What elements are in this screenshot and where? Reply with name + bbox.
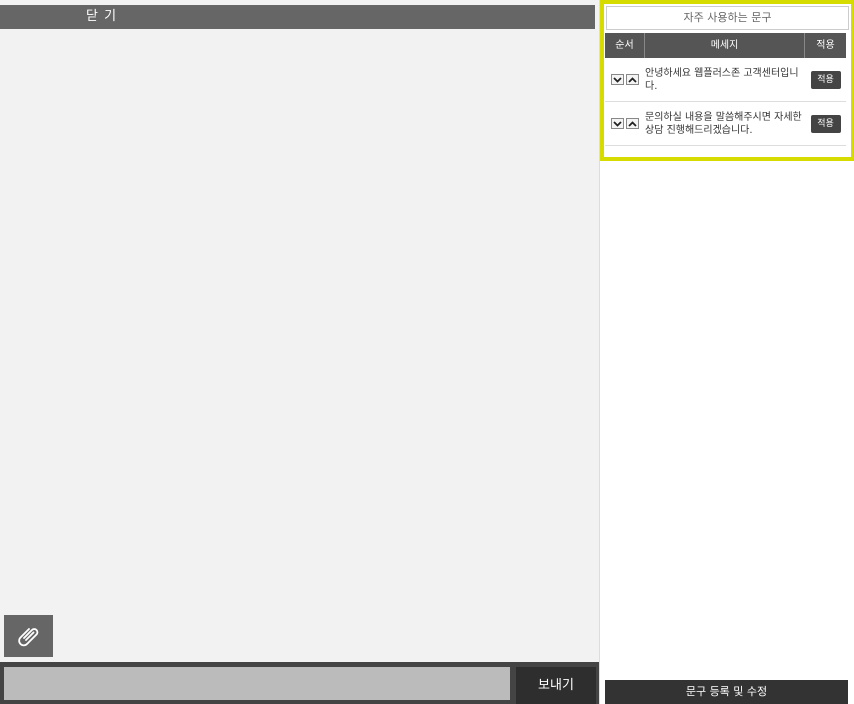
move-up-button[interactable] <box>626 74 639 85</box>
chat-panel: 닫 기 보내기 <box>0 0 599 704</box>
chevron-down-icon <box>613 120 622 127</box>
apply-cell: 적용 <box>805 114 846 133</box>
phrases-table-header: 순서 메세지 적용 <box>605 33 846 58</box>
message-input-bar: 보내기 <box>0 662 599 704</box>
phrase-row: 문의하실 내용을 말씀해주시면 자세한 상담 진행해드리겠습니다. 적용 <box>605 102 846 146</box>
phrase-row: 안녕하세요 웹플러스존 고객센터입니다. 적용 <box>605 58 846 102</box>
phrase-message: 문의하실 내용을 말씀해주시면 자세한 상담 진행해드리겠습니다. <box>645 111 802 136</box>
chevron-up-icon <box>628 76 637 83</box>
header-order: 순서 <box>605 33 645 58</box>
side-panel: 자주 사용하는 문구 순서 메세지 적용 안녕하세요 웹플러스존 고객센터입니다… <box>599 0 854 704</box>
chat-app: 닫 기 보내기 자주 사용하는 문구 순서 메세지 적용 안녕하세요 웹플러스존… <box>0 0 854 704</box>
register-edit-phrases-button[interactable]: 문구 등록 및 수정 <box>605 680 848 704</box>
close-label: 닫 기 <box>86 9 118 24</box>
move-down-button[interactable] <box>611 74 624 85</box>
attach-button[interactable] <box>4 615 53 657</box>
phrase-message: 안녕하세요 웹플러스존 고객센터입니다. <box>645 67 799 92</box>
chevron-up-icon <box>628 120 637 127</box>
send-button[interactable]: 보내기 <box>516 667 596 704</box>
order-controls <box>605 118 645 129</box>
move-up-button[interactable] <box>626 118 639 129</box>
header-message: 메세지 <box>645 33 805 58</box>
frequent-phrases-box: 자주 사용하는 문구 순서 메세지 적용 안녕하세요 웹플러스존 고객센터입니다… <box>600 0 854 161</box>
apply-cell: 적용 <box>805 70 846 89</box>
move-down-button[interactable] <box>611 118 624 129</box>
phrases-title: 자주 사용하는 문구 <box>606 6 849 30</box>
order-controls <box>605 74 645 85</box>
message-input[interactable] <box>4 667 510 700</box>
header-apply: 적용 <box>816 40 835 51</box>
apply-button[interactable]: 적용 <box>810 114 841 133</box>
paperclip-icon <box>17 628 38 647</box>
close-bar[interactable]: 닫 기 <box>0 5 595 29</box>
apply-button[interactable]: 적용 <box>810 70 841 89</box>
chevron-down-icon <box>613 76 622 83</box>
